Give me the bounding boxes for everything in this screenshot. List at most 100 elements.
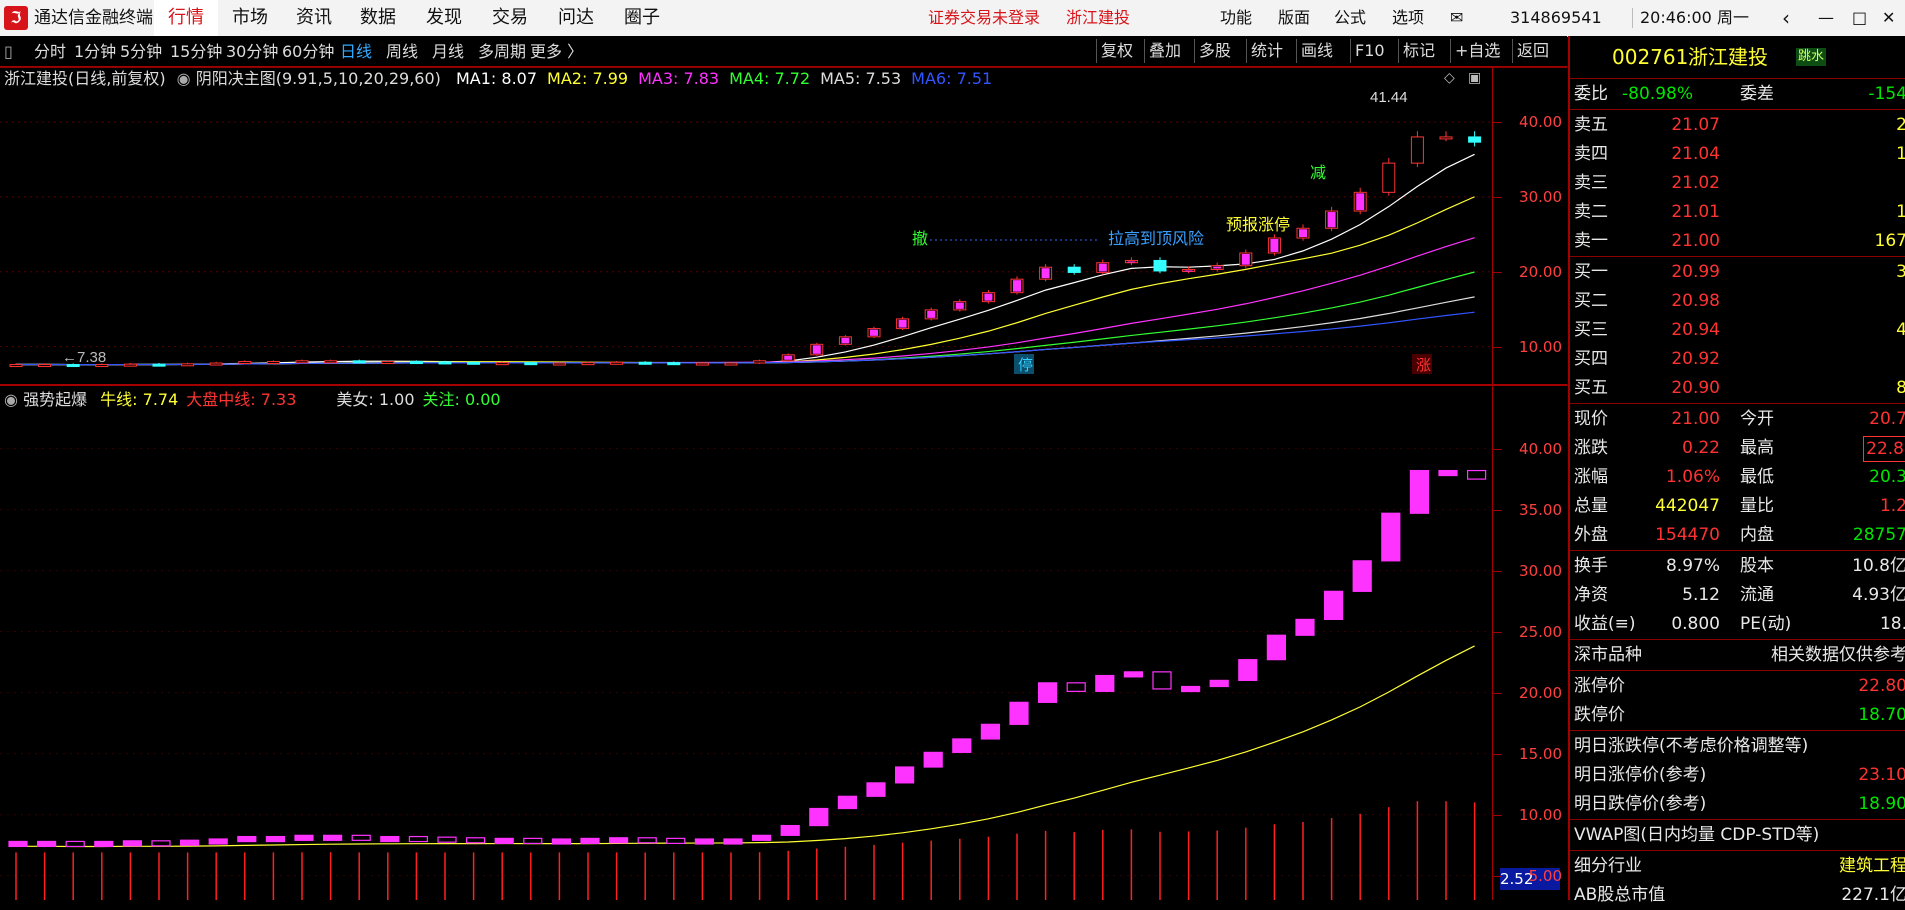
- stat-row-4[interactable]: 外盘 154470 内盘 28757: [1570, 521, 1905, 550]
- main-candle: [495, 362, 509, 366]
- webi-row[interactable]: 委比 -80.98% 委差 -154: [1570, 80, 1905, 109]
- panel-divider: [1570, 109, 1905, 110]
- sub-indicator-name[interactable]: 强势起爆: [23, 390, 87, 409]
- stat-row-1[interactable]: 涨跌 0.22 最高 22.8: [1570, 434, 1905, 463]
- pane-zoom-icon[interactable]: ◇: [1444, 70, 1455, 86]
- period-tab-3[interactable]: 15分钟: [170, 36, 222, 67]
- stat-label-2: 最高: [1740, 438, 1774, 458]
- notice-stock[interactable]: 浙江建投: [1066, 0, 1130, 36]
- period-tab-1[interactable]: 1分钟: [74, 36, 116, 67]
- tool-menu-2[interactable]: 公式: [1334, 0, 1366, 36]
- stat-row-2[interactable]: 涨幅 1.06% 最低 20.3: [1570, 463, 1905, 492]
- sub-tick-mark: [1492, 875, 1502, 877]
- pane-settings-icon[interactable]: ▣: [1468, 70, 1481, 86]
- period-tab-2[interactable]: 5分钟: [120, 36, 162, 67]
- ask-row-2[interactable]: 卖三 21.02: [1570, 169, 1905, 198]
- limit-label: 涨停价: [1574, 676, 1625, 696]
- menu-5[interactable]: 交易: [478, 0, 542, 36]
- action-button-0[interactable]: 复权: [1096, 39, 1137, 63]
- industry-row[interactable]: 细分行业 建筑工程: [1570, 852, 1905, 881]
- limit-value: 18.70: [1858, 705, 1905, 725]
- action-button-6[interactable]: 标记: [1398, 39, 1439, 63]
- ma-legend-5: MA5: 7.53: [820, 69, 902, 88]
- tomorrow-title-row[interactable]: 明日涨跌停(不考虑价格调整等): [1570, 732, 1905, 761]
- action-button-2[interactable]: 多股: [1194, 39, 1235, 63]
- ask-volume: 1: [1896, 202, 1905, 222]
- sub-candle: [780, 824, 800, 836]
- minimize-icon[interactable]: —: [1818, 0, 1834, 36]
- period-tab-0[interactable]: 分时: [34, 36, 66, 67]
- main-candle: [1067, 266, 1081, 273]
- menu-0[interactable]: 行情: [154, 0, 218, 36]
- menu-3[interactable]: 数据: [346, 0, 410, 36]
- account-number[interactable]: 314869541: [1510, 0, 1602, 36]
- sub-field-2: 美女: 1.00: [336, 390, 415, 409]
- vwap-row[interactable]: VWAP图(日内均量 CDP-STD等): [1570, 821, 1905, 850]
- stat-row-3[interactable]: 总量 442047 量比 1.2: [1570, 492, 1905, 521]
- fund-row-2[interactable]: 收益(≡) 0.800 PE(动) 18.: [1570, 610, 1905, 639]
- period-tab-10[interactable]: 更多 〉: [530, 36, 583, 67]
- back-icon[interactable]: ‹: [1782, 0, 1790, 36]
- tool-menu-0[interactable]: 功能: [1220, 0, 1252, 36]
- action-button-1[interactable]: 叠加: [1144, 39, 1185, 63]
- tomorrow-row-0[interactable]: 明日涨停价(参考) 23.10: [1570, 761, 1905, 790]
- ask-row-1[interactable]: 卖四 21.04 1: [1570, 140, 1905, 169]
- menu-4[interactable]: 发现: [412, 0, 476, 36]
- mail-icon[interactable]: ✉: [1450, 0, 1463, 36]
- main-indicator-name[interactable]: 阴阳决主图(9.91,5,10,20,29,60): [196, 69, 441, 88]
- stat-row-0[interactable]: 现价 21.00 今开 20.7: [1570, 405, 1905, 434]
- tool-menu-1[interactable]: 版面: [1278, 0, 1310, 36]
- ask-row-4[interactable]: 卖一 21.00 167: [1570, 227, 1905, 256]
- market-row[interactable]: 深市品种 相关数据仅供参考: [1570, 641, 1905, 670]
- sub-indicator-chart[interactable]: [0, 412, 1567, 900]
- menu-6[interactable]: 问达: [544, 0, 608, 36]
- ask-label: 卖四: [1574, 144, 1608, 164]
- bid-row-3[interactable]: 买四 20.92: [1570, 345, 1905, 374]
- main-chart-name[interactable]: 浙江建投(日线,前复权): [4, 69, 166, 88]
- pane-divider[interactable]: [0, 384, 1567, 386]
- limit-row-1[interactable]: 跌停价 18.70: [1570, 701, 1905, 730]
- indicator-toggle-icon[interactable]: ◉: [177, 69, 191, 88]
- menu-7[interactable]: 圈子: [610, 0, 674, 36]
- tomorrow-row-1[interactable]: 明日跌停价(参考) 18.90: [1570, 790, 1905, 819]
- limit-row-0[interactable]: 涨停价 22.80: [1570, 672, 1905, 701]
- period-tab-9[interactable]: 多周期: [478, 36, 526, 67]
- panel-toggle-icon[interactable]: ▯: [4, 36, 13, 67]
- main-tick-mark: [1492, 346, 1502, 348]
- action-button-8[interactable]: 返回: [1512, 39, 1553, 63]
- maximize-icon[interactable]: □: [1852, 0, 1867, 36]
- ask-row-0[interactable]: 卖五 21.07 2: [1570, 111, 1905, 140]
- sub-indicator-toggle-icon[interactable]: ◉: [4, 390, 18, 409]
- menu-1[interactable]: 市场: [218, 0, 282, 36]
- ask-price: 21.07: [1671, 115, 1720, 135]
- close-icon[interactable]: ✕: [1882, 0, 1895, 36]
- period-tab-8[interactable]: 月线: [432, 36, 464, 67]
- period-tab-5[interactable]: 60分钟: [282, 36, 334, 67]
- period-tab-7[interactable]: 周线: [386, 36, 418, 67]
- action-button-5[interactable]: F10: [1350, 39, 1389, 63]
- action-button-3[interactable]: 统计: [1246, 39, 1287, 63]
- period-tab-6[interactable]: 日线: [340, 36, 372, 67]
- menu-2[interactable]: 资讯: [282, 0, 346, 36]
- stat-value-2: 20.3: [1869, 467, 1905, 487]
- bid-row-4[interactable]: 买五 20.90 8: [1570, 374, 1905, 403]
- stock-code[interactable]: 002761: [1612, 40, 1688, 74]
- action-button-4[interactable]: 画线: [1296, 39, 1337, 63]
- main-candlestick-chart[interactable]: 拉高到顶风险 预报涨停 减撤 41.44 ←7.38 停 涨: [0, 92, 1567, 384]
- login-notice[interactable]: 证券交易未登录: [928, 0, 1040, 36]
- bid-row-2[interactable]: 买三 20.94 4: [1570, 316, 1905, 345]
- fund-row-1[interactable]: 净资 5.12 流通 4.93亿: [1570, 581, 1905, 610]
- action-button-7[interactable]: +自选: [1450, 39, 1504, 63]
- ask-row-3[interactable]: 卖二 21.01 1: [1570, 198, 1905, 227]
- tool-menu-3[interactable]: 选项: [1392, 0, 1424, 36]
- bid-row-1[interactable]: 买二 20.98: [1570, 287, 1905, 316]
- ab-row[interactable]: AB股总市值 227.1亿: [1570, 881, 1905, 910]
- stock-name[interactable]: 浙江建投: [1688, 40, 1768, 74]
- bid-row-0[interactable]: 买一 20.99 3: [1570, 258, 1905, 287]
- signal-marker-1: 涨: [1416, 357, 1431, 374]
- fund-row-0[interactable]: 换手 8.97% 股本 10.8亿: [1570, 552, 1905, 581]
- ma-legend-4: MA4: 7.72: [729, 69, 811, 88]
- period-tab-4[interactable]: 30分钟: [226, 36, 278, 67]
- ab-label: AB股总市值: [1574, 885, 1666, 905]
- sub-candle: [1152, 671, 1172, 690]
